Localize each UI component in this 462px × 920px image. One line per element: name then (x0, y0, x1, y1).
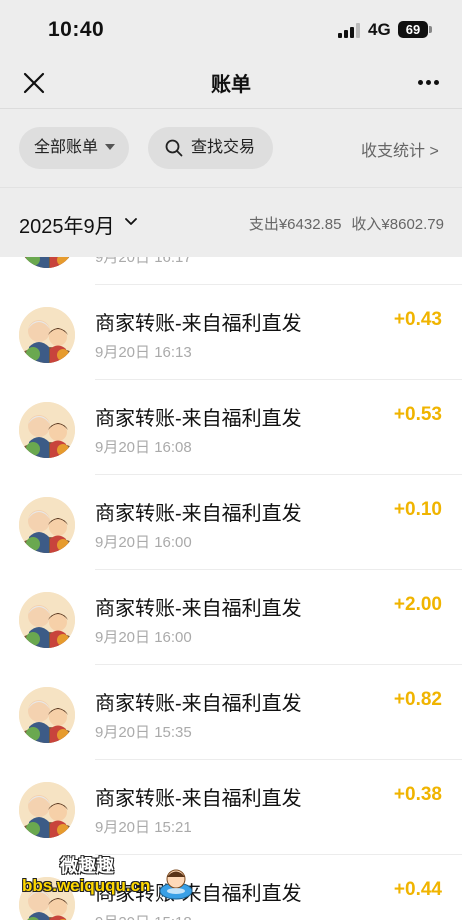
transaction-amount: +0.44 (393, 879, 442, 900)
transaction-title: 商家转账-来自福利直发 (95, 503, 302, 525)
transaction-amount: +0.10 (393, 499, 442, 520)
network-type: 4G (368, 20, 391, 39)
transaction-row[interactable]: 商家转账-来自福利直发 9月20日 16:13 +0.43 (0, 285, 462, 380)
battery-icon: 69 (398, 21, 428, 38)
all-bills-filter[interactable]: 全部账单 (19, 127, 129, 169)
search-icon (165, 139, 183, 157)
search-transactions-button[interactable]: 查找交易 (148, 127, 273, 169)
merchant-avatar (19, 497, 75, 553)
transaction-row[interactable]: 商家转账-来自福利直发 9月20日 16:08 +0.53 (0, 380, 462, 475)
signal-icon (338, 23, 360, 38)
transaction-row[interactable]: 商家转账-来自福利直发 9月20日 15:21 +0.38 (0, 760, 462, 855)
merchant-avatar (19, 687, 75, 743)
transaction-title: 商家转账-来自福利直发 (95, 693, 302, 715)
battery-tip (429, 26, 432, 33)
transaction-amount: +0.43 (393, 309, 442, 330)
header: 10:40 4G 69 账单 全部账单 查找交易 收支统计 > 2025年9月 … (0, 0, 462, 257)
transaction-time: 9月20日 16:08 (95, 439, 192, 456)
expense-total: 支出¥6432.85 (248, 216, 342, 233)
transaction-time: 9月20日 16:00 (95, 534, 192, 551)
more-button[interactable] (410, 70, 446, 96)
income-expense-stats-link[interactable]: 收支统计 > (361, 137, 439, 161)
month-totals: 支出¥6432.85 收入¥8602.79 (249, 213, 444, 234)
transaction-title: 商家转账-来自福利直发 (95, 598, 302, 620)
merchant-avatar (19, 877, 75, 920)
status-bar: 10:40 4G 69 (0, 0, 462, 58)
transaction-amount: +2.00 (393, 594, 442, 615)
page-title: 账单 (211, 74, 251, 96)
transaction-title: 商家转账-来自福利直发 (95, 408, 302, 430)
all-bills-label: 全部账单 (34, 139, 99, 156)
merchant-avatar (19, 257, 75, 268)
battery-level: 69 (405, 22, 421, 37)
transaction-time: 9月20日 16:13 (95, 344, 192, 361)
merchant-avatar (19, 402, 75, 458)
transaction-time: 9月20日 15:21 (95, 819, 192, 836)
filter-row: 全部账单 查找交易 收支统计 > (0, 109, 462, 187)
transaction-amount: +0.38 (393, 784, 442, 805)
caret-down-icon (105, 144, 115, 150)
merchant-avatar (19, 592, 75, 648)
transaction-title: 商家转账-来自福利直发 (95, 788, 302, 810)
nav-bar: 账单 (0, 58, 462, 108)
transaction-row[interactable]: 商家转账-来自福利直发 9月20日 15:35 +0.82 (0, 665, 462, 760)
income-total: 收入¥8602.79 (351, 216, 444, 233)
transaction-time: 9月20日 16:00 (95, 629, 192, 646)
transaction-time: 9月20日 15:18 (95, 911, 192, 920)
transaction-time: 9月20日 15:35 (95, 724, 192, 741)
search-label: 查找交易 (191, 139, 256, 156)
transaction-row[interactable]: 商家转账-来自福利直发 9月20日 16:00 +2.00 (0, 570, 462, 665)
transaction-row[interactable]: 商家转账-来自福利直发 9月20日 16:00 +0.10 (0, 475, 462, 570)
transaction-amount: +0.82 (393, 689, 442, 710)
merchant-avatar (19, 782, 75, 838)
chevron-down-icon[interactable] (124, 217, 138, 227)
month-selector[interactable]: 2025年9月 (19, 210, 115, 239)
transaction-title: 商家转账-来自福利直发 (95, 883, 302, 905)
status-time: 10:40 (48, 18, 105, 41)
merchant-avatar (19, 307, 75, 363)
transaction-amount: +0.53 (393, 404, 442, 425)
transaction-row[interactable]: 商家转账-来自福利直发 9月20日 15:18 +0.44 (0, 855, 462, 920)
transaction-list[interactable]: 9月20日 16:17 商家转账-来自福利直发 9月20日 16:13 +0.43 商家… (0, 257, 462, 920)
transaction-title: 商家转账-来自福利直发 (95, 313, 302, 335)
transaction-time: 9月20日 16:17 (95, 257, 192, 266)
transaction-row[interactable]: 9月20日 16:17 (0, 257, 462, 285)
month-bar: 2025年9月 支出¥6432.85 收入¥8602.79 (0, 187, 462, 257)
